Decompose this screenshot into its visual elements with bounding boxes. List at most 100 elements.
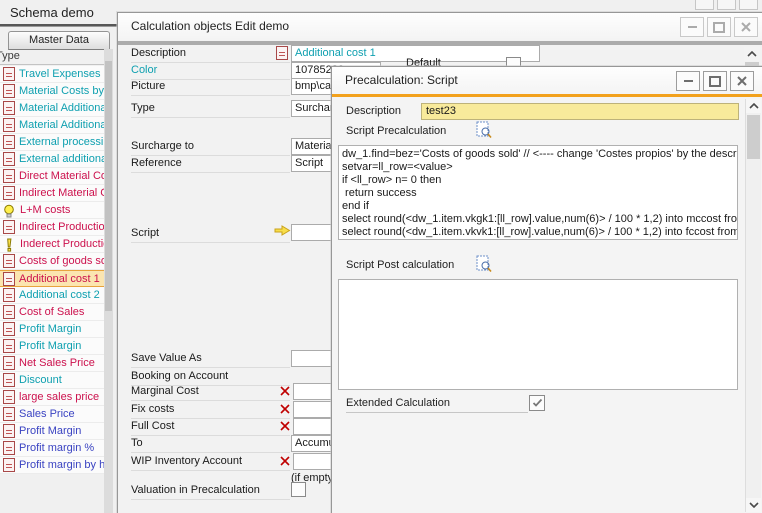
list-item[interactable]: Indirect Production: [0, 219, 104, 236]
list-item[interactable]: Profit Margin: [0, 321, 104, 338]
doc-icon: [3, 407, 15, 421]
sidebar-scrollbar[interactable]: [104, 49, 113, 513]
list-item-label: Profit Margin: [19, 425, 81, 437]
doc-icon: [3, 288, 15, 302]
list-item-label: Cost of Sales: [19, 306, 84, 318]
list-item[interactable]: Discount: [0, 372, 104, 389]
list-item[interactable]: Net Sales Price: [0, 355, 104, 372]
doc-icon: [3, 186, 15, 200]
parent-window-buttons: [695, 0, 758, 10]
yellow-arrow-icon: [274, 225, 291, 237]
list-column-header[interactable]: Type: [0, 49, 104, 65]
required-x-icon: [280, 386, 290, 396]
list-item-label: Sales Price: [19, 408, 75, 420]
calc-maximize-button[interactable]: [707, 17, 731, 37]
list-item[interactable]: External additional c: [0, 151, 104, 168]
surcharge-to-label: Surcharge to: [131, 140, 290, 156]
parent-minimize-button[interactable]: [695, 0, 714, 10]
doc-icon: [3, 356, 15, 370]
color-label: Color: [131, 64, 290, 80]
parent-maximize-button[interactable]: [717, 0, 736, 10]
fix-costs-label: Fix costs: [131, 403, 290, 419]
bulb-icon: [3, 204, 15, 218]
precalc-scroll-down-button[interactable]: [746, 498, 761, 512]
list-item[interactable]: Travel Expenses: [0, 66, 104, 83]
full-cost-label: Full Cost: [131, 420, 290, 436]
list-item[interactable]: Profit margin %: [0, 440, 104, 457]
script-precalculation-label: Script Precalculation: [346, 125, 446, 137]
precalc-minimize-button[interactable]: [676, 71, 700, 91]
list-item[interactable]: Profit Margin: [0, 423, 104, 440]
list-item[interactable]: Inderect Production: [0, 236, 104, 253]
precalc-titlebar[interactable]: Precalculation: Script: [332, 67, 762, 94]
list-item[interactable]: Additional cost 2: [0, 287, 104, 304]
doc-icon: [3, 101, 15, 115]
script-label: Script: [131, 227, 290, 243]
maximize-icon: [709, 76, 721, 87]
doc-icon: [3, 152, 15, 166]
list-item-label: Profit Margin: [19, 340, 81, 352]
script-precalculation-textarea[interactable]: dw_1.find=bez='Costs of goods sold' // <…: [338, 145, 738, 240]
list-item[interactable]: Costs of goods sold: [0, 253, 104, 270]
doc-icon: [3, 458, 15, 472]
list-item[interactable]: Profit Margin: [0, 338, 104, 355]
list-item[interactable]: Material Additional C: [0, 117, 104, 134]
list-item[interactable]: External processing: [0, 134, 104, 151]
doc-icon: [276, 46, 288, 60]
parent-window-title: Schema demo: [10, 5, 94, 20]
list-item[interactable]: Material Additional C: [0, 100, 104, 117]
doc-icon: [3, 305, 15, 319]
list-item[interactable]: Material Costs by Bi: [0, 83, 104, 100]
precalc-window-title: Precalculation: Script: [345, 67, 458, 94]
precalc-close-button[interactable]: [730, 71, 754, 91]
doc-icon: [3, 322, 15, 336]
script-editor-icon: [476, 121, 493, 139]
calc-titlebar[interactable]: Calculation objects Edit demo: [118, 13, 762, 40]
list-item[interactable]: large sales price: [0, 389, 104, 406]
booking-on-account-label: Booking on Account: [131, 370, 290, 386]
list-item[interactable]: Indirect Material Co: [0, 185, 104, 202]
app-screen: Schema demo Master Data Type Travel Expe…: [0, 0, 762, 513]
precalc-scroll-up-button[interactable]: [746, 99, 761, 113]
picture-label: Picture: [131, 80, 290, 96]
list-item-label: large sales price: [19, 391, 99, 403]
sidebar-scrollbar-thumb[interactable]: [105, 61, 112, 311]
required-x-icon: [280, 456, 290, 466]
title-accent-bar: [332, 94, 762, 97]
precalc-scroll-thumb[interactable]: [747, 115, 760, 159]
valuation-in-precalculation-checkbox[interactable]: [291, 482, 306, 497]
calc-minimize-button[interactable]: [680, 17, 704, 37]
extended-calculation-checkbox[interactable]: [529, 395, 545, 411]
list-item[interactable]: L+M costs: [0, 202, 104, 219]
extended-calculation-label: Extended Calculation: [346, 397, 528, 413]
list-item-label: Direct Material Cost: [19, 170, 104, 182]
tab-master-data[interactable]: Master Data: [8, 31, 110, 50]
save-value-as-label: Save Value As: [131, 352, 290, 368]
check-icon: [532, 398, 543, 408]
doc-icon: [3, 135, 15, 149]
calc-close-button[interactable]: [734, 17, 758, 37]
description-label: Description: [131, 47, 290, 63]
list-item[interactable]: Profit margin by ho: [0, 457, 104, 474]
list-item-label: Indirect Material Co: [19, 187, 104, 199]
precalc-scrollbar[interactable]: [745, 99, 761, 512]
list-item[interactable]: Sales Price: [0, 406, 104, 423]
precalc-maximize-button[interactable]: [703, 71, 727, 91]
list-item[interactable]: Cost of Sales: [0, 304, 104, 321]
script-editor-icon: [476, 255, 493, 273]
calc-scroll-up-button[interactable]: [744, 47, 760, 61]
parent-close-button[interactable]: [739, 0, 758, 10]
list-item[interactable]: Direct Material Cost: [0, 168, 104, 185]
doc-icon: [3, 390, 15, 404]
minimize-icon: [688, 26, 697, 28]
list-item-label: Inderect Production: [20, 238, 104, 250]
required-x-icon: [280, 404, 290, 414]
script-post-calculation-textarea[interactable]: [338, 279, 738, 390]
precalc-description-input[interactable]: test23: [421, 103, 739, 120]
close-icon: [741, 22, 751, 32]
list-item[interactable]: Additional cost 1: [0, 270, 104, 287]
precalc-description-label: Description: [346, 105, 401, 117]
window-precalculation-script: Precalculation: Script Description test2…: [331, 66, 762, 513]
chevron-up-icon: [749, 103, 759, 109]
to-label: To: [131, 437, 290, 453]
